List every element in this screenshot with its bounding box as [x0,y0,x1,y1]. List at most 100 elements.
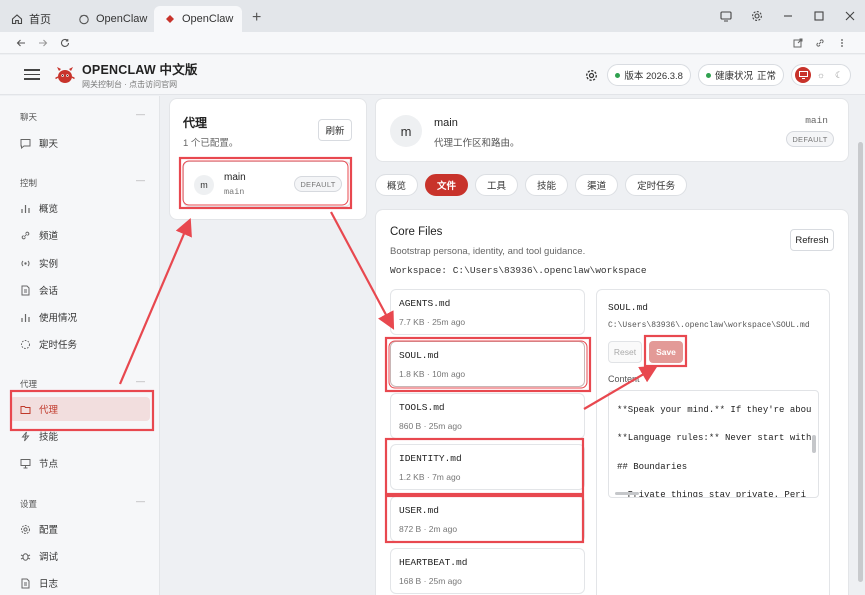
tab-openclaw[interactable]: OpenClaw [68,6,154,32]
bar-chart-icon [20,203,31,214]
tab-home[interactable]: 首页 [0,6,68,32]
screen-icon[interactable] [710,0,741,32]
collapse-section-button[interactable]: — [136,175,145,185]
sidebar-item-debug[interactable]: 调试 [10,544,150,568]
file-name: IDENTITY.md [399,453,462,464]
settings-gear-icon[interactable] [582,69,600,82]
editor-horizontal-scrollbar[interactable] [615,492,639,495]
tab-tools[interactable]: 工具 [475,174,519,196]
gear-icon [20,524,31,535]
agent-avatar: m [194,175,214,195]
moon-icon[interactable]: ☾ [831,67,847,83]
sidebar-item-chat[interactable]: 聊天 [10,131,150,155]
tab-channels[interactable]: 渠道 [575,174,619,196]
file-meta: 860 B · 25m ago [399,421,462,431]
monitor-icon [20,458,31,469]
loading-icon [20,339,31,350]
sidebar-item-usage[interactable]: 使用情况 [10,305,150,329]
sidebar-item-channels[interactable]: 频道 [10,223,150,247]
file-item[interactable]: HEARTBEAT.md 168 B · 25m ago [390,548,585,594]
collapse-section-button[interactable]: — [136,496,145,506]
file-meta: 1.2 KB · 7m ago [399,472,461,482]
refresh-files-button[interactable]: Refresh [790,229,834,251]
sidebar-item-cron[interactable]: 定时任务 [10,332,150,356]
reload-icon[interactable] [54,33,76,53]
sidebar-item-instances[interactable]: 实例 [10,251,150,275]
content-line: **Language rules:** Never start with [617,433,812,443]
core-files-subtitle: Bootstrap persona, identity, and tool gu… [390,246,586,257]
file-name: SOUL.md [399,350,439,361]
more-options-icon[interactable] [831,33,853,53]
file-name: USER.md [399,505,439,516]
agent-detail-card: m main 代理工作区和路由。 main DEFAULT [375,98,849,162]
log-icon [20,578,31,589]
default-badge: DEFAULT [294,176,342,192]
section-title-control: 控制 [20,178,38,188]
tab-cron[interactable]: 定时任务 [625,174,688,196]
content-label: Content [608,374,640,384]
openclaw-logo[interactable] [54,64,76,86]
editor-vertical-scrollbar[interactable] [812,435,816,453]
minimize-icon[interactable] [772,0,803,32]
sidebar-item-overview[interactable]: 概览 [10,196,150,220]
page-scrollbar[interactable] [858,142,863,582]
editor-file-path: C:\Users\83936\.openclaw\workspace\SOUL.… [608,321,810,330]
sidebar-item-sessions[interactable]: 会话 [10,278,150,302]
brand-subtitle: 网关控制台 · 点击访问官网 [82,80,178,89]
home-icon [10,13,23,26]
refresh-agents-button[interactable]: 刷新 [318,119,352,141]
agent-detail-name: main [434,117,458,129]
agent-panel-tabs: 概览 文件 工具 技能 渠道 定时任务 [375,174,688,196]
section-title-chat: 聊天 [20,112,38,122]
collapse-section-button[interactable]: — [136,109,145,119]
sidebar-item-label: 频道 [39,231,59,242]
close-icon[interactable] [834,0,865,32]
sidebar-item-label: 使用情况 [39,313,78,324]
agent-name: main [224,172,246,183]
document-icon [20,285,31,296]
tab-label: 首页 [29,14,51,26]
hamburger-menu-icon[interactable] [24,66,40,83]
tab-files[interactable]: 文件 [425,174,469,196]
sidebar-item-logs[interactable]: 日志 [10,571,150,595]
sidebar-item-agents[interactable]: 代理 [10,397,150,421]
tab-skills[interactable]: 技能 [525,174,569,196]
brand[interactable]: OPENCLAW 中文版 网关控制台 · 点击访问官网 [82,59,198,90]
sidebar-item-nodes[interactable]: 节点 [10,451,150,475]
collapse-section-button[interactable]: — [136,376,145,386]
forward-arrow-icon[interactable] [32,33,54,53]
sidebar-item-skills[interactable]: 技能 [10,424,150,448]
save-button[interactable]: Save [649,341,683,363]
agent-list-item[interactable]: m main main DEFAULT [183,161,351,207]
browser-nav-bar [0,32,865,54]
content-line: ## Boundaries [617,462,688,472]
new-tab-button[interactable]: + [252,9,261,27]
core-files-title: Core Files [390,226,443,238]
tab-label: OpenClaw [182,13,234,25]
maximize-icon[interactable] [803,0,834,32]
file-meta: 1.8 KB · 10m ago [399,369,466,379]
file-item[interactable]: IDENTITY.md 1.2 KB · 7m ago [390,444,585,490]
link-icon[interactable] [809,33,831,53]
section-title-agents: 代理 [20,379,38,389]
reset-button[interactable]: Reset [608,341,642,363]
file-item[interactable]: USER.md 872 B · 2m ago [390,496,585,542]
back-arrow-icon[interactable] [10,33,32,53]
tab-overview[interactable]: 概览 [375,174,419,196]
agent-avatar: m [390,115,422,147]
settings-icon[interactable] [741,0,772,32]
sun-icon[interactable]: ☼ [813,67,829,83]
file-item[interactable]: TOOLS.md 860 B · 25m ago [390,393,585,439]
sidebar-item-config[interactable]: 配置 [10,517,150,541]
file-item-selected[interactable]: SOUL.md 1.8 KB · 10m ago [390,341,585,387]
monitor-theme-icon[interactable] [795,67,811,83]
content-textarea[interactable]: **Speak your mind.** If they're abou **L… [608,390,819,498]
version-pill: 版本 2026.3.8 [607,64,691,86]
file-item[interactable]: AGENTS.md 7.7 KB · 25m ago [390,289,585,335]
agents-list-card: 代理 1 个已配置。 刷新 m main main DEFAULT [169,98,367,220]
agent-id: main [224,187,245,197]
open-external-icon[interactable] [787,33,809,53]
tab-openclaw-active[interactable]: OpenClaw [154,6,242,32]
status-dot [615,72,621,78]
health-label: 健康状况 [714,71,753,82]
